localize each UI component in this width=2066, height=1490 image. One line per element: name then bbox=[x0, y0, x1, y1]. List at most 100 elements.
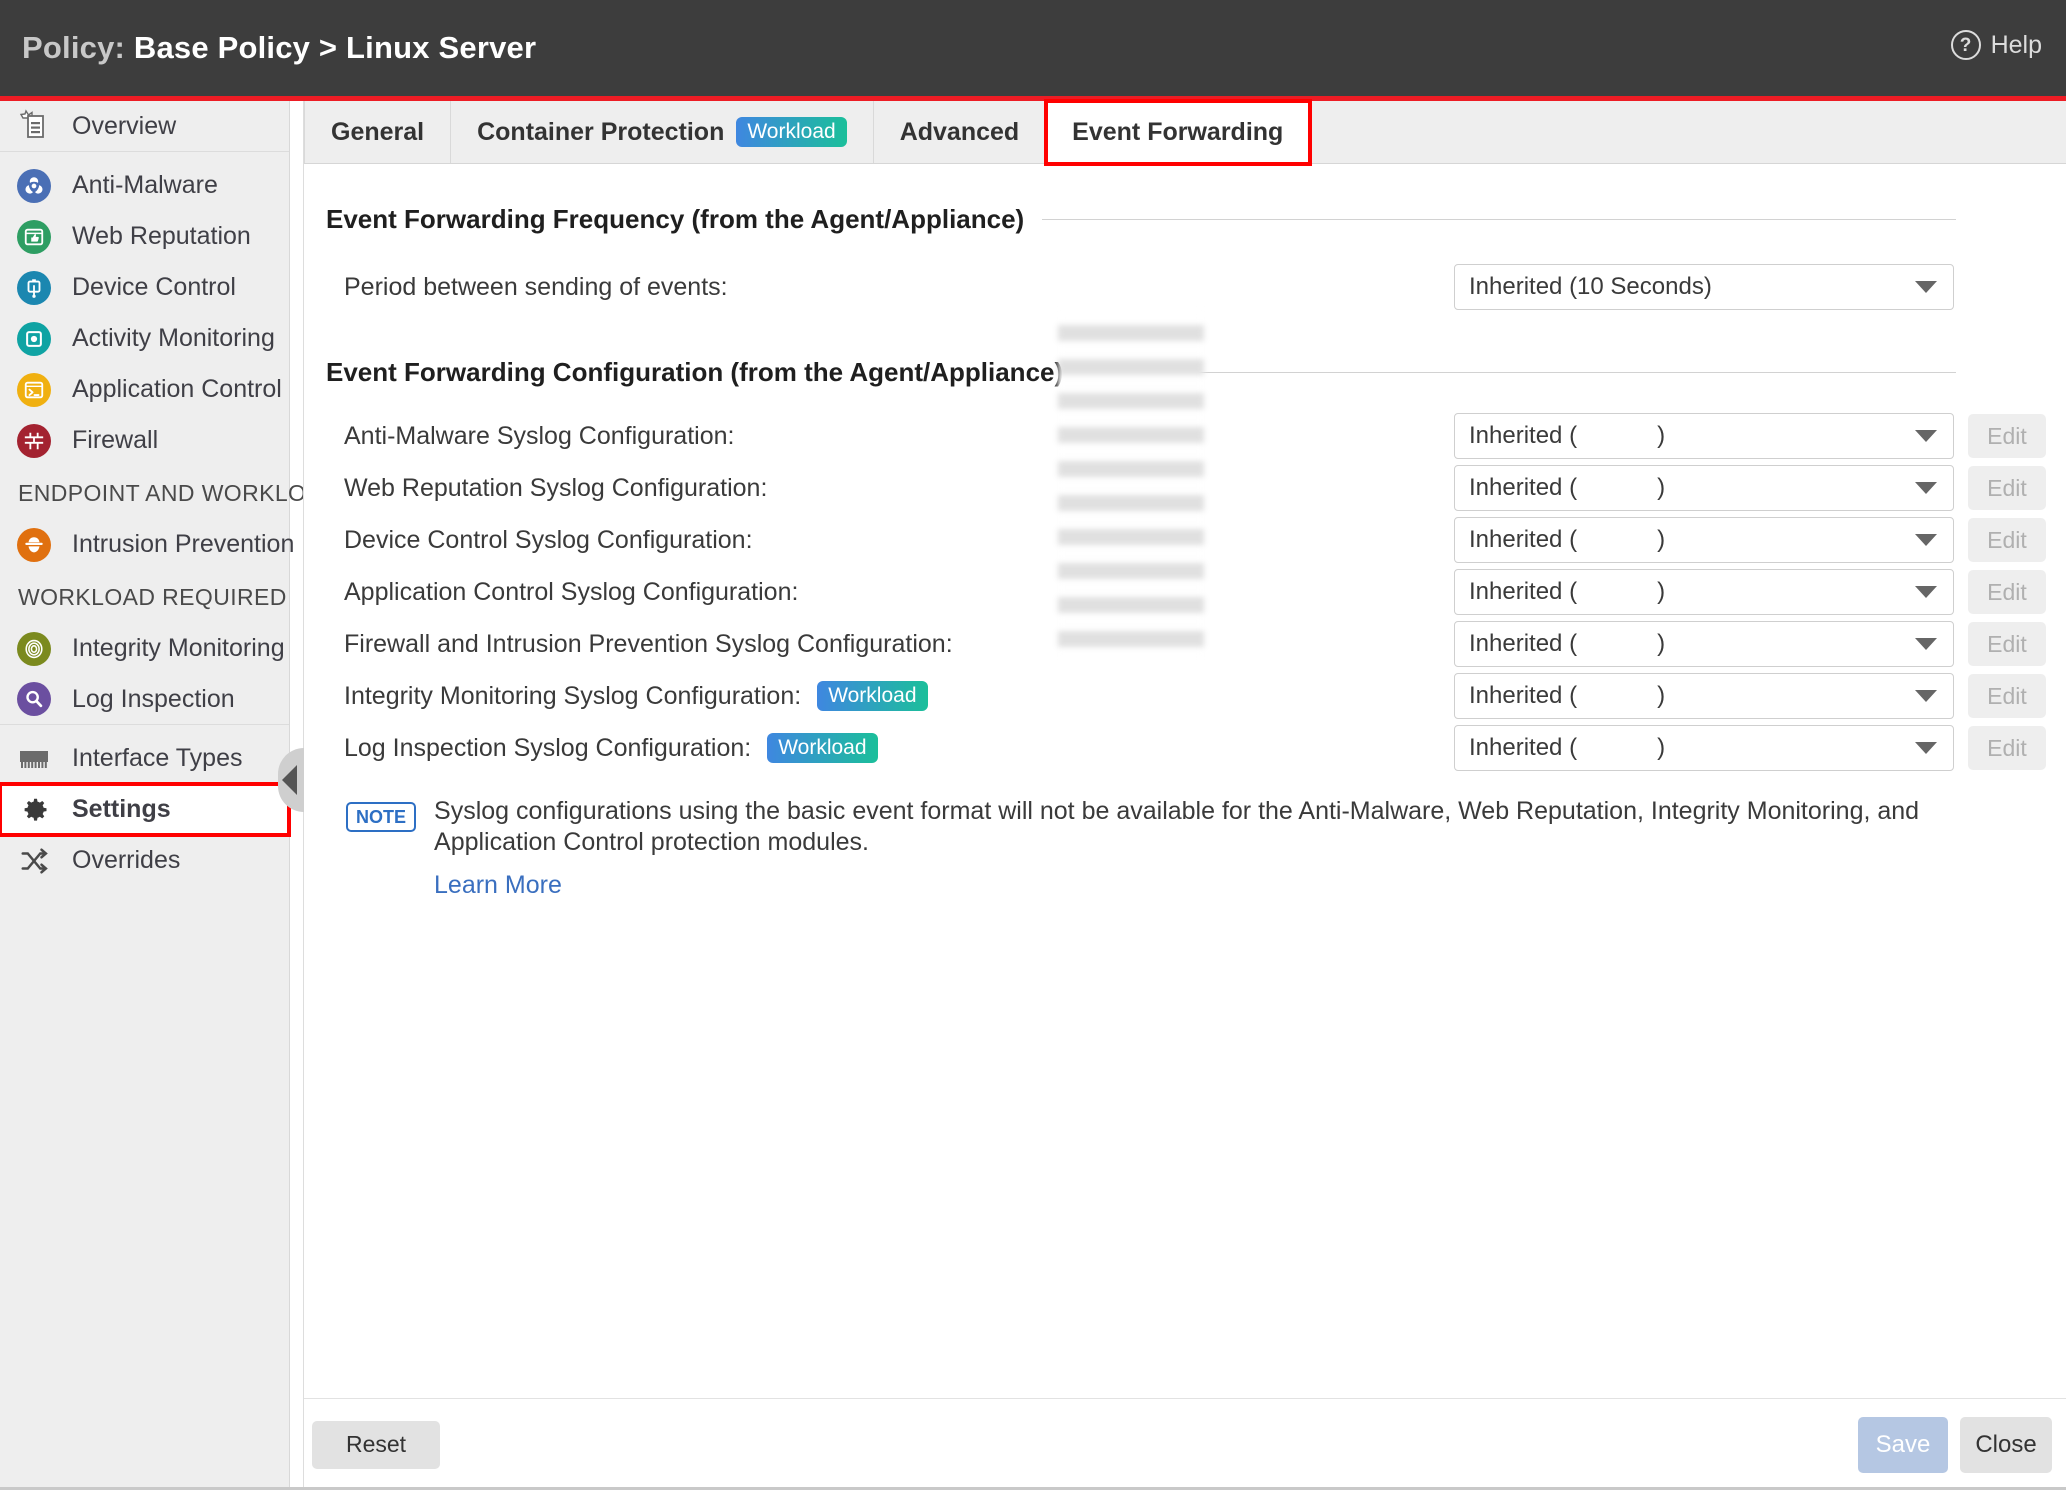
sidebar-item-label: Application Control bbox=[72, 375, 282, 403]
row-field: Inherited ( ) Edit bbox=[1454, 517, 2046, 563]
section-title: Event Forwarding Frequency (from the Age… bbox=[326, 204, 1025, 234]
tab-event-forwarding[interactable]: Event Forwarding bbox=[1044, 99, 1313, 166]
help-label: Help bbox=[1990, 30, 2042, 59]
sidebar-item-device-control[interactable]: Device Control bbox=[0, 262, 289, 313]
sidebar-item-label: Overrides bbox=[72, 846, 181, 874]
sidebar: Overview Anti-Malware Web Reputation Dev… bbox=[0, 101, 339, 1490]
terminal-window-icon bbox=[14, 372, 54, 407]
select-value: Inherited ( ) bbox=[1469, 422, 1666, 449]
square-target-icon bbox=[14, 321, 54, 356]
sidebar-item-label: Device Control bbox=[72, 273, 236, 301]
tab-advanced[interactable]: Advanced bbox=[874, 101, 1047, 163]
sidebar-item-settings[interactable]: Settings bbox=[0, 782, 291, 837]
row-label: Integrity Monitoring Syslog Configuratio… bbox=[344, 681, 928, 711]
anti-malware-syslog-select[interactable]: Inherited ( ) bbox=[1454, 413, 1954, 459]
row-field: Inherited ( ) Edit bbox=[1454, 569, 2046, 615]
tab-general[interactable]: General bbox=[304, 101, 452, 163]
title-bar: Policy: Base Policy > Linux Server ? Hel… bbox=[0, 0, 2066, 101]
page-title: Policy: Base Policy > Linux Server bbox=[22, 30, 536, 66]
edit-device-control-syslog-button[interactable]: Edit bbox=[1968, 518, 2046, 562]
section-rule bbox=[1042, 219, 1956, 220]
save-button[interactable]: Save bbox=[1858, 1416, 1948, 1473]
row-integrity-monitoring-syslog: Integrity Monitoring Syslog Configuratio… bbox=[344, 670, 2066, 722]
row-device-control-syslog: Device Control Syslog Configuration: Inh… bbox=[344, 514, 2066, 566]
syslog-configuration-list: Anti-Malware Syslog Configuration: Inher… bbox=[304, 410, 2066, 774]
select-value: Inherited ( ) bbox=[1469, 630, 1666, 657]
content-panel: General Container Protection Workload Ad… bbox=[303, 99, 2066, 1490]
row-label: Application Control Syslog Configuration… bbox=[344, 577, 799, 606]
firewall-ips-syslog-select[interactable]: Inherited ( ) bbox=[1454, 621, 1954, 667]
edit-integrity-monitoring-syslog-button[interactable]: Edit bbox=[1968, 674, 2046, 718]
edit-log-inspection-syslog-button[interactable]: Edit bbox=[1968, 726, 2046, 770]
row-field: Inherited ( ) Edit bbox=[1454, 621, 2046, 667]
sidebar-item-application-control[interactable]: Application Control bbox=[0, 364, 289, 415]
row-field: Inherited (10 Seconds) bbox=[1454, 264, 2046, 310]
sidebar-divider bbox=[0, 725, 289, 733]
reset-button[interactable]: Reset bbox=[312, 1420, 440, 1469]
sidebar-item-anti-malware[interactable]: Anti-Malware bbox=[0, 160, 289, 211]
row-label: Period between sending of events: bbox=[344, 272, 728, 301]
period-between-events-select[interactable]: Inherited (10 Seconds) bbox=[1454, 264, 1954, 310]
section-rule bbox=[1081, 372, 1956, 373]
page-title-prefix: Policy: bbox=[22, 30, 126, 65]
learn-more-link[interactable]: Learn More bbox=[434, 871, 1976, 900]
tab-container-protection[interactable]: Container Protection Workload bbox=[451, 101, 874, 163]
note-body: Syslog configurations using the basic ev… bbox=[434, 796, 1976, 900]
integrity-monitoring-syslog-select[interactable]: Inherited ( ) bbox=[1454, 673, 1954, 719]
sidebar-item-overview[interactable]: Overview bbox=[0, 101, 289, 152]
page-title-breadcrumb: Base Policy > Linux Server bbox=[133, 30, 537, 65]
row-field: Inherited ( ) Edit bbox=[1454, 725, 2046, 771]
chevron-down-icon bbox=[1915, 638, 1937, 650]
sidebar-item-log-inspection[interactable]: Log Inspection bbox=[0, 674, 289, 725]
sidebar-item-firewall[interactable]: Firewall bbox=[0, 415, 289, 466]
sidebar-item-label: Integrity Monitoring bbox=[72, 634, 285, 662]
row-web-reputation-syslog: Web Reputation Syslog Configuration: Inh… bbox=[344, 462, 2066, 514]
row-application-control-syslog: Application Control Syslog Configuration… bbox=[344, 566, 2066, 618]
row-label: Web Reputation Syslog Configuration: bbox=[344, 473, 768, 502]
row-anti-malware-syslog: Anti-Malware Syslog Configuration: Inher… bbox=[344, 410, 2066, 462]
row-field: Inherited ( ) Edit bbox=[1454, 465, 2046, 511]
note-text: Syslog configurations using the basic ev… bbox=[434, 797, 1920, 856]
sidebar-item-label: Interface Types bbox=[72, 744, 243, 772]
help-button[interactable]: ? Help bbox=[1950, 30, 2042, 60]
sidebar-item-integrity-monitoring[interactable]: Integrity Monitoring bbox=[0, 623, 289, 674]
edit-application-control-syslog-button[interactable]: Edit bbox=[1968, 570, 2046, 614]
sidebar-item-intrusion-prevention[interactable]: Intrusion Prevention bbox=[0, 519, 294, 570]
biohazard-icon bbox=[14, 168, 54, 203]
section-header-frequency: Event Forwarding Frequency (from the Age… bbox=[326, 204, 2066, 235]
row-label-text: Integrity Monitoring Syslog Configuratio… bbox=[344, 681, 802, 710]
log-inspection-syslog-select[interactable]: Inherited ( ) bbox=[1454, 725, 1954, 771]
shuffle-arrows-icon bbox=[14, 844, 54, 878]
device-control-syslog-select[interactable]: Inherited ( ) bbox=[1454, 517, 1954, 563]
select-value: Inherited ( ) bbox=[1469, 526, 1666, 553]
usb-shield-icon bbox=[14, 270, 54, 305]
sidebar-item-label: Anti-Malware bbox=[72, 171, 218, 199]
chevron-down-icon bbox=[1915, 281, 1937, 293]
edit-anti-malware-syslog-button[interactable]: Edit bbox=[1968, 414, 2046, 458]
network-card-icon bbox=[14, 742, 54, 776]
edit-web-reputation-syslog-button[interactable]: Edit bbox=[1968, 466, 2046, 510]
row-field: Inherited ( ) Edit bbox=[1454, 413, 2046, 459]
sidebar-item-overrides[interactable]: Overrides bbox=[0, 835, 289, 886]
sidebar-item-web-reputation[interactable]: Web Reputation bbox=[0, 211, 289, 262]
row-label: Device Control Syslog Configuration: bbox=[344, 525, 753, 554]
row-firewall-ips-syslog: Firewall and Intrusion Prevention Syslog… bbox=[344, 618, 2066, 670]
edit-firewall-ips-syslog-button[interactable]: Edit bbox=[1968, 622, 2046, 666]
workload-badge: Workload bbox=[767, 733, 878, 763]
chevron-left-icon bbox=[281, 765, 297, 795]
thumbs-up-browser-icon bbox=[14, 219, 54, 254]
tab-label: Event Forwarding bbox=[1072, 117, 1284, 146]
sidebar-item-interface-types[interactable]: Interface Types bbox=[0, 733, 289, 784]
sidebar-item-activity-monitoring[interactable]: Activity Monitoring bbox=[0, 313, 289, 364]
fingerprint-icon bbox=[14, 631, 54, 666]
question-circle-icon: ? bbox=[1950, 30, 1981, 60]
close-button[interactable]: Close bbox=[1960, 1416, 2052, 1473]
sidebar-item-label: Settings bbox=[72, 795, 171, 823]
web-reputation-syslog-select[interactable]: Inherited ( ) bbox=[1454, 465, 1954, 511]
chevron-down-icon bbox=[1915, 534, 1937, 546]
note-badge: NOTE bbox=[346, 802, 417, 832]
workload-badge: Workload bbox=[736, 117, 847, 147]
section-title: Event Forwarding Configuration (from the… bbox=[326, 357, 1064, 387]
select-value: Inherited ( ) bbox=[1469, 578, 1666, 605]
application-control-syslog-select[interactable]: Inherited ( ) bbox=[1454, 569, 1954, 615]
